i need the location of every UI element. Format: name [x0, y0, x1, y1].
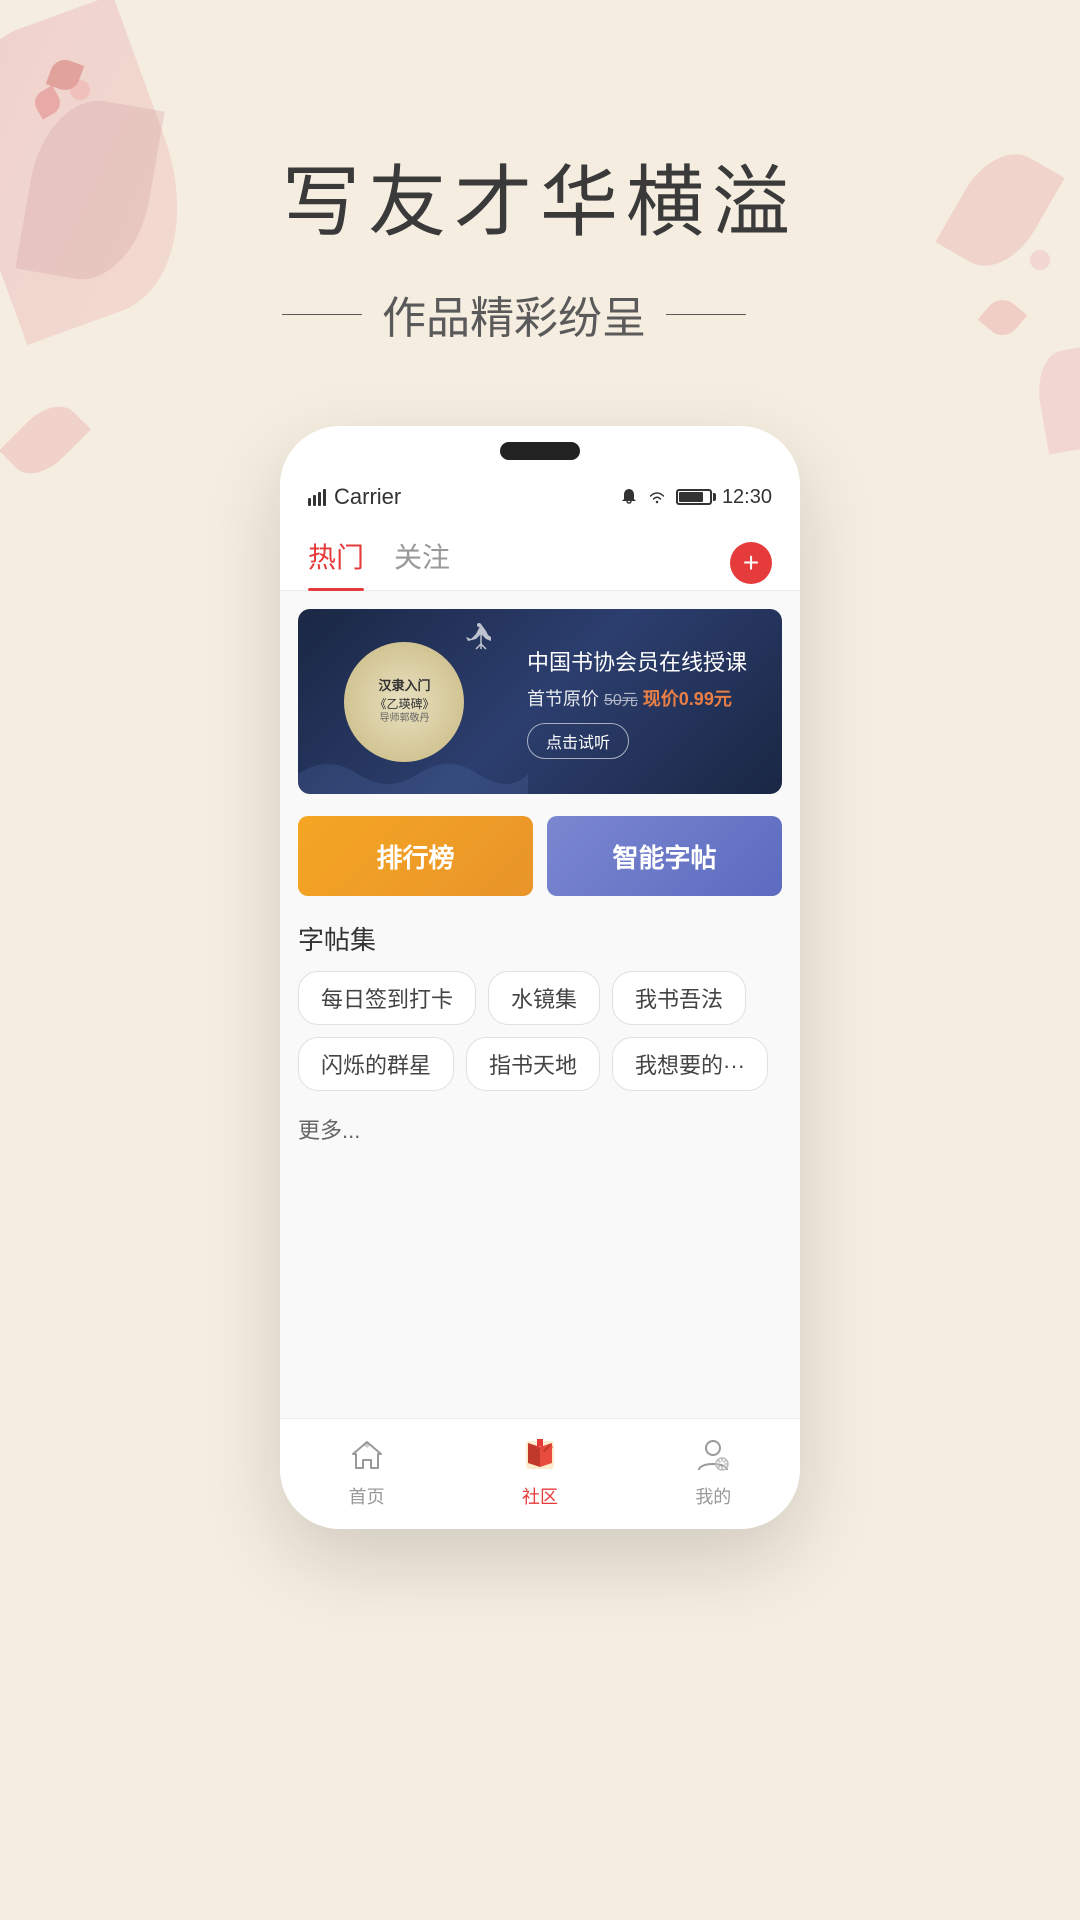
- nav-home[interactable]: 首页: [345, 1433, 389, 1509]
- nav-community[interactable]: 社区: [518, 1433, 562, 1509]
- home-icon: [345, 1433, 389, 1477]
- phone-notch: [500, 442, 580, 460]
- tag-water-mirror[interactable]: 水镜集: [488, 971, 600, 1025]
- status-right: 12:30: [620, 486, 772, 509]
- signal-icon: [308, 488, 326, 506]
- ranking-button[interactable]: 排行榜: [298, 816, 533, 896]
- copybook-button[interactable]: 智能字帖: [547, 816, 782, 896]
- more-collections-button[interactable]: 更多...: [298, 1103, 360, 1155]
- phone-mockup: Carrier 12:30: [280, 426, 800, 1529]
- bottom-nav: 首页: [280, 1418, 800, 1529]
- battery-icon: [676, 489, 712, 505]
- nav-profile[interactable]: 我的: [691, 1433, 735, 1509]
- banner-circle: 汉隶入门 《乙瑛碑》 导师郭敬丹: [344, 642, 464, 762]
- nav-community-label: 社区: [522, 1483, 558, 1509]
- bell-icon: [620, 488, 638, 506]
- banner-price: 首节原价 50元 现价0.99元: [527, 685, 766, 711]
- tab-hot[interactable]: 热门: [308, 536, 364, 590]
- status-left: Carrier: [308, 484, 401, 510]
- page-wrapper: 写友才华横溢 作品精彩纷呈 Carrier: [0, 0, 1080, 1920]
- banner-listen-button[interactable]: 点击试听: [527, 723, 629, 759]
- profile-icon: [691, 1433, 735, 1477]
- banner-title: 中国书协会员在线授课: [527, 645, 766, 677]
- tab-follow[interactable]: 关注: [394, 536, 450, 590]
- tabs-bar: 热门 关注 +: [280, 518, 800, 591]
- collection-title: 字帖集: [298, 920, 782, 957]
- app-content: 热门 关注 +: [280, 518, 800, 1418]
- carrier-label: Carrier: [334, 484, 401, 510]
- collection-section: 字帖集 每日签到打卡 水镜集 我书吾法 闪烁的群星 指书天地: [280, 906, 800, 1169]
- tag-my-calligraphy[interactable]: 我书吾法: [612, 971, 746, 1025]
- banner-price-text: 首节原价: [527, 689, 599, 709]
- phone-top-bar: [280, 426, 800, 476]
- banner-left: 汉隶入门 《乙瑛碑》 导师郭敬丹: [298, 609, 511, 794]
- community-icon: [518, 1433, 562, 1477]
- nav-profile-label: 我的: [695, 1483, 731, 1509]
- add-tab-button[interactable]: +: [730, 542, 772, 584]
- banner-original-price: 50元: [604, 692, 638, 709]
- banner-circle-content: 汉隶入门 《乙瑛碑》 导师郭敬丹: [374, 678, 434, 725]
- wifi-icon: [648, 488, 666, 506]
- action-buttons-row: 排行榜 智能字帖: [280, 806, 800, 906]
- tag-finger-calligraphy[interactable]: 指书天地: [466, 1037, 600, 1091]
- tag-wishlist[interactable]: 我想要的···: [612, 1037, 768, 1091]
- banner[interactable]: 汉隶入门 《乙瑛碑》 导师郭敬丹: [298, 609, 782, 794]
- crane-icon: [456, 619, 506, 659]
- banner-circle-line3: 导师郭敬丹: [374, 712, 434, 725]
- hero-section: 写友才华横溢 作品精彩纷呈: [282, 140, 798, 346]
- collection-tags: 每日签到打卡 水镜集 我书吾法 闪烁的群星 指书天地 我想要: [298, 971, 782, 1155]
- banner-current-price: 现价0.99元: [643, 689, 732, 709]
- nav-home-label: 首页: [349, 1483, 385, 1509]
- banner-circle-line1: 汉隶入门: [374, 678, 434, 695]
- time-label: 12:30: [722, 486, 772, 509]
- tag-shining-stars[interactable]: 闪烁的群星: [298, 1037, 454, 1091]
- banner-right: 中国书协会员在线授课 首节原价 50元 现价0.99元 点击试听: [511, 631, 782, 773]
- tag-daily-checkin[interactable]: 每日签到打卡: [298, 971, 476, 1025]
- banner-container: 汉隶入门 《乙瑛碑》 导师郭敬丹: [280, 591, 800, 806]
- banner-circle-line2: 《乙瑛碑》: [374, 697, 434, 713]
- hero-title: 写友才华横溢: [282, 140, 798, 252]
- hero-subtitle: 作品精彩纷呈: [282, 282, 798, 346]
- status-bar: Carrier 12:30: [280, 476, 800, 518]
